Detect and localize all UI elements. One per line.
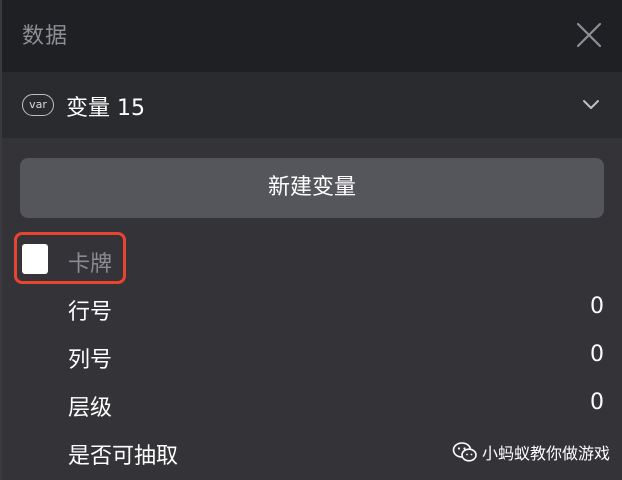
property-label: 层级 <box>68 396 113 421</box>
property-value[interactable]: 0 <box>590 390 604 415</box>
property-row[interactable]: 行号 0 <box>68 294 604 326</box>
property-label: 行号 <box>68 300 113 325</box>
wechat-icon <box>452 442 477 462</box>
new-variable-button[interactable]: 新建变量 <box>20 158 604 218</box>
data-panel: 数据 var 变量 15 新建变量 卡牌 行号 0 列号 0 层级 0 是否可抽… <box>0 0 622 480</box>
property-label: 是否可抽取 <box>68 444 179 469</box>
property-value[interactable]: 0 <box>590 294 604 319</box>
panel-title: 数据 <box>22 24 69 49</box>
section-title: 变量 15 <box>66 96 145 121</box>
group-checkbox[interactable] <box>22 244 48 274</box>
property-row[interactable]: 列号 0 <box>68 342 604 374</box>
watermark-text: 小蚂蚁教你做游戏 <box>482 444 611 463</box>
var-icon: var <box>22 94 54 116</box>
watermark: 小蚂蚁教你做游戏 <box>452 438 622 466</box>
group-label: 卡牌 <box>68 252 113 277</box>
variables-section-header[interactable]: var 变量 15 <box>0 72 622 138</box>
property-value[interactable]: 0 <box>590 342 604 367</box>
property-row[interactable]: 层级 0 <box>68 390 604 422</box>
chevron-down-icon[interactable] <box>580 96 602 112</box>
panel-header: 数据 <box>0 0 622 72</box>
close-icon[interactable] <box>574 20 604 50</box>
property-label: 列号 <box>68 348 113 373</box>
